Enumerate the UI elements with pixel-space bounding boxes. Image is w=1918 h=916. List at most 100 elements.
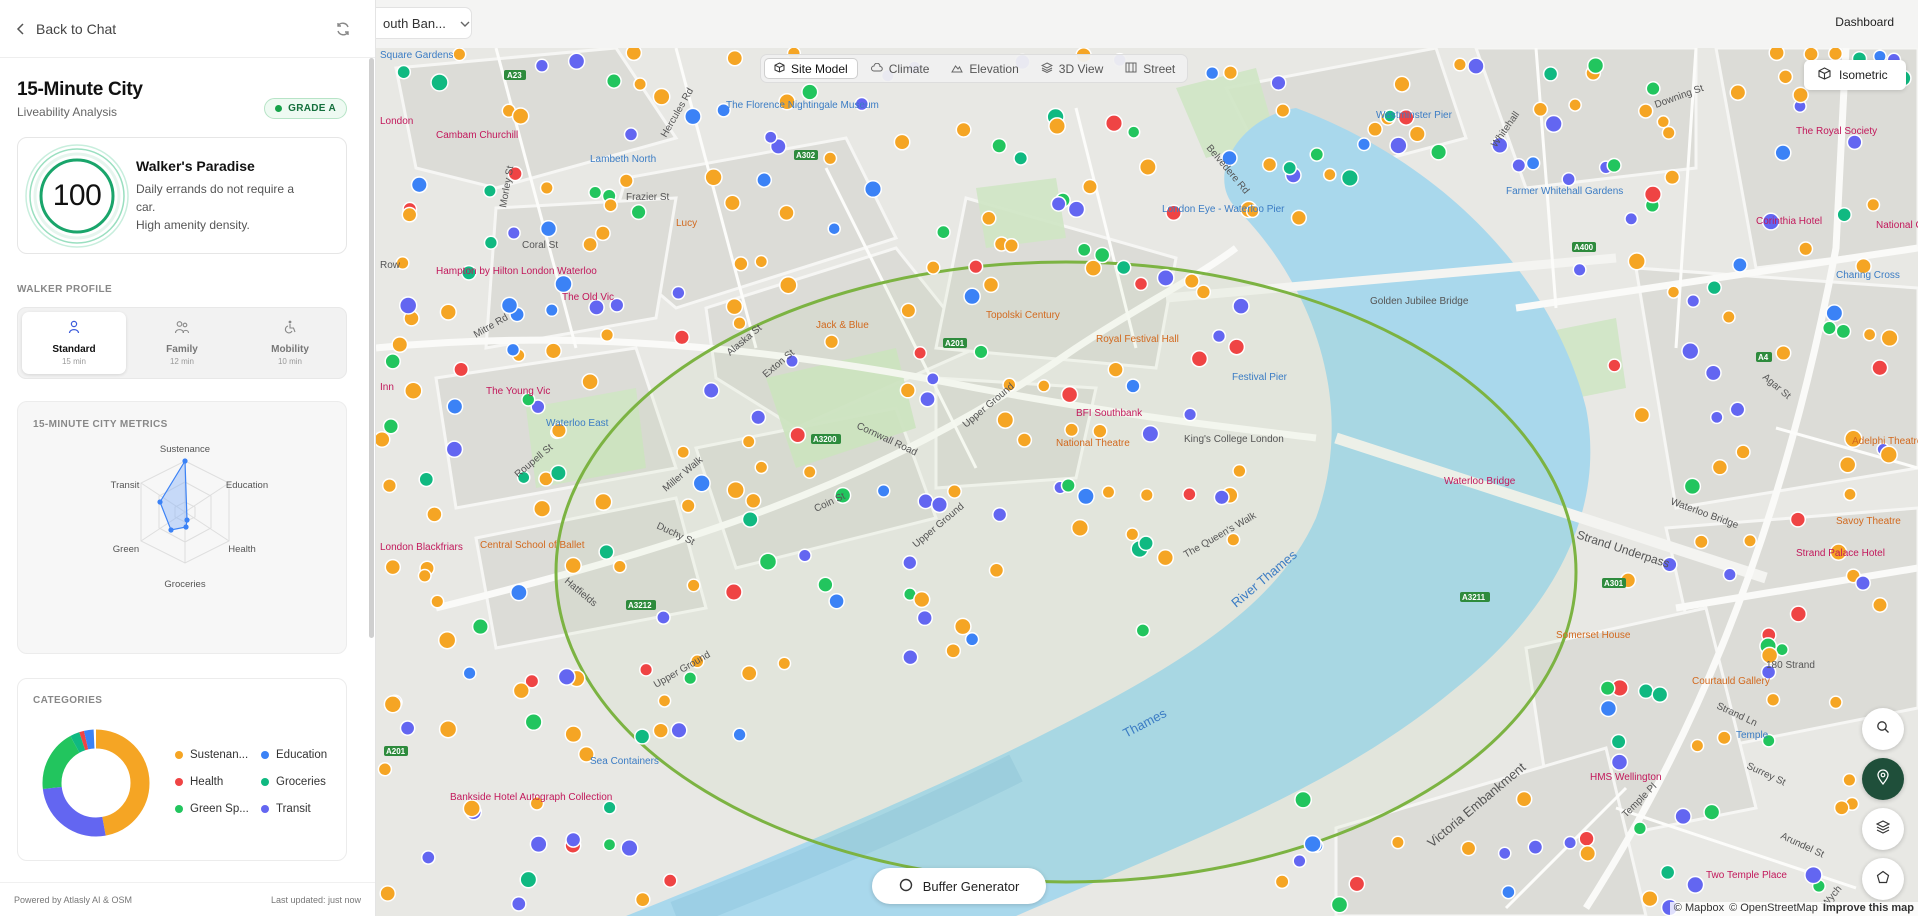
poi-marker[interactable] [652,87,671,106]
poi-marker[interactable] [1430,143,1448,161]
poi-marker[interactable] [988,562,1005,579]
poi-marker[interactable] [1721,310,1736,324]
poi-marker[interactable] [1138,535,1154,552]
poi-marker[interactable] [1183,407,1198,422]
poi-marker[interactable] [1542,66,1559,82]
poi-marker[interactable] [1821,320,1837,336]
poi-marker[interactable] [1651,686,1669,704]
poi-marker[interactable] [1156,549,1175,567]
poi-marker[interactable] [1348,875,1366,893]
poi-marker[interactable] [1690,738,1705,753]
poi-marker[interactable] [612,559,627,574]
poi-marker[interactable] [377,762,393,777]
poi-marker[interactable] [438,719,458,739]
poi-marker[interactable] [652,722,669,739]
poi-marker[interactable] [1076,487,1095,506]
poi-marker[interactable] [789,426,807,444]
poi-marker[interactable] [401,206,418,223]
poi-marker[interactable] [778,204,795,222]
poi-marker[interactable] [1568,98,1582,112]
poi-marker[interactable] [391,336,409,354]
poi-marker[interactable] [1627,252,1646,271]
poi-marker[interactable] [1866,197,1881,212]
poi-marker[interactable] [549,464,567,482]
poi-marker[interactable] [1624,211,1639,226]
poi-marker[interactable] [1706,279,1722,296]
poi-marker[interactable] [686,578,701,593]
tab-street[interactable]: Street [1116,58,1184,79]
poi-marker[interactable] [1775,344,1792,362]
poi-marker[interactable] [692,474,711,493]
poi-marker[interactable] [1777,69,1794,85]
profile-option-standard[interactable]: Standard 15 min [22,312,126,374]
poi-marker[interactable] [657,694,672,708]
poi-marker[interactable] [379,885,397,902]
poi-marker[interactable] [1082,178,1098,195]
poi-marker[interactable] [1610,753,1629,771]
poi-marker[interactable] [1115,259,1132,276]
poi-marker[interactable] [947,483,962,499]
poi-marker[interactable] [581,372,599,391]
poi-marker[interactable] [1222,65,1239,81]
poi-marker[interactable] [802,465,817,479]
poi-marker[interactable] [964,632,980,647]
poi-marker[interactable] [462,666,477,681]
legend-item-health[interactable]: Health [175,776,261,788]
poi-marker[interactable] [519,870,538,889]
poi-marker[interactable] [750,409,767,426]
attribution-mapbox[interactable]: © Mapbox [1674,902,1724,916]
legend-item-transit[interactable]: Transit [261,803,351,815]
poi-marker[interactable] [506,225,521,241]
back-to-chat-button[interactable]: Back to Chat [16,21,116,37]
poi-marker[interactable] [913,346,928,360]
poi-marker[interactable] [602,800,617,815]
legend-item-green-space[interactable]: Green Sp... [175,803,261,815]
poi-marker[interactable] [754,254,769,269]
poi-marker[interactable] [445,440,464,459]
poi-marker[interactable] [925,371,940,386]
poi-marker[interactable] [777,656,792,671]
poi-marker[interactable] [1835,323,1852,340]
poi-marker[interactable] [404,381,423,400]
map-canvas[interactable]: Golden Jubilee Bridge Waterloo Bridge Wa… [376,48,1918,916]
poi-marker[interactable] [1133,276,1149,292]
poi-marker[interactable] [1511,157,1527,173]
poi-marker[interactable] [426,506,443,523]
poi-marker[interactable] [500,296,519,315]
poi-marker[interactable] [471,618,489,636]
search-map-button[interactable] [1862,708,1904,750]
poi-marker[interactable] [533,499,552,518]
poi-marker[interactable] [588,185,603,200]
tab-3d-view[interactable]: 3D View [1032,58,1112,79]
poi-marker[interactable] [1674,807,1692,826]
poi-marker[interactable] [1768,48,1785,62]
poi-marker[interactable] [630,204,647,221]
poi-marker[interactable] [732,727,747,742]
poi-marker[interactable] [1497,846,1512,861]
poi-marker[interactable] [684,107,702,126]
poi-marker[interactable] [740,664,758,682]
poi-marker[interactable] [1789,605,1808,623]
poi-marker[interactable] [1643,185,1662,204]
poi-marker[interactable] [1599,680,1616,697]
poi-marker[interactable] [741,434,756,449]
poi-marker[interactable] [1213,489,1230,506]
poi-marker[interactable] [1703,803,1721,821]
poi-marker[interactable] [1282,160,1298,176]
poi-marker[interactable] [1067,200,1086,219]
poi-marker[interactable] [1367,121,1383,138]
poi-markers-button[interactable] [1862,758,1904,800]
poi-marker[interactable] [662,873,678,888]
poi-marker[interactable] [1561,171,1576,187]
poi-marker[interactable] [732,316,747,331]
poi-marker[interactable] [534,58,550,73]
poi-marker[interactable] [1532,101,1549,118]
profile-option-family[interactable]: Family 12 min [130,312,234,374]
poi-marker[interactable] [913,590,931,609]
poi-marker[interactable] [1270,74,1287,91]
poi-marker[interactable] [1501,884,1516,900]
poi-marker[interactable] [1064,422,1080,438]
poi-marker[interactable] [1195,284,1212,300]
poi-marker[interactable] [1104,114,1124,133]
poi-marker[interactable] [1683,477,1702,496]
